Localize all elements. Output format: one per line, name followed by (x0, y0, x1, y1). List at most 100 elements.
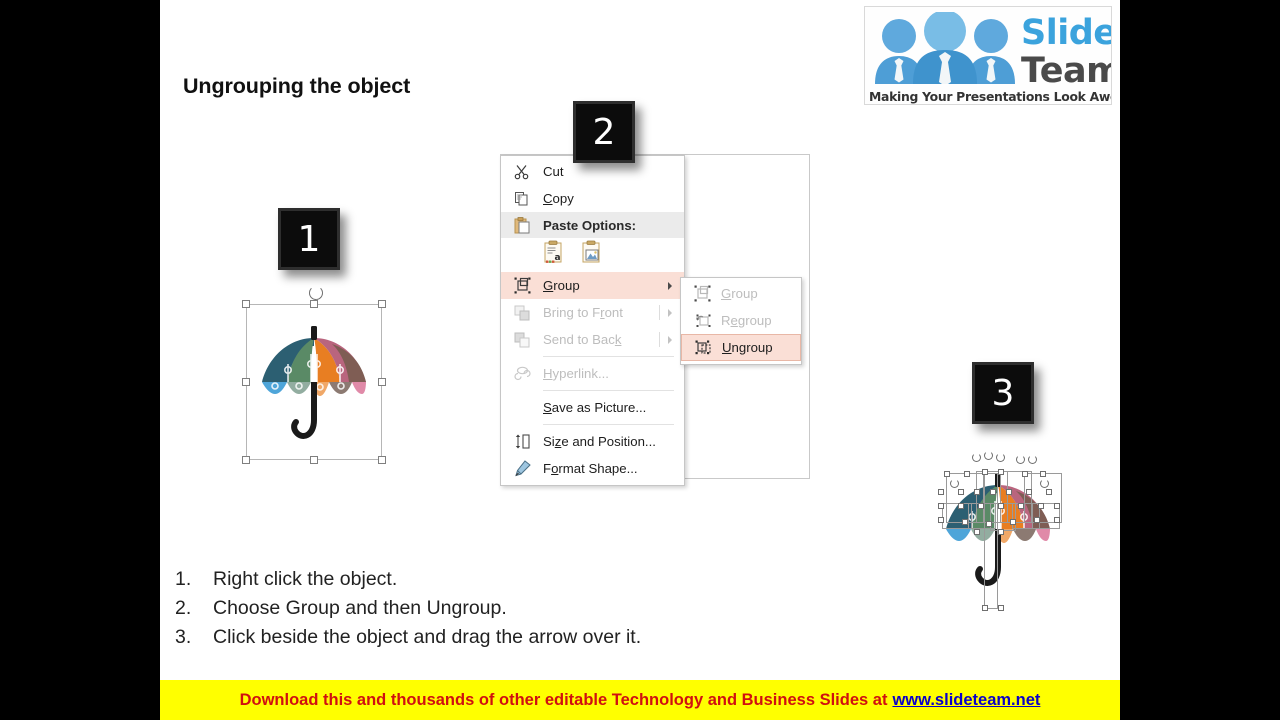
menu-item-send-to-back[interactable]: Send to Back (501, 326, 684, 353)
menu-item-label: Cut (543, 164, 564, 179)
menu-separator (543, 424, 674, 425)
selection-handle-br[interactable] (378, 456, 386, 464)
submenu-item-ungroup[interactable]: Ungroup (681, 334, 801, 361)
piece-handle[interactable] (1040, 471, 1046, 477)
menu-item-copy[interactable]: Copy (501, 185, 684, 212)
menu-item-label: Save as Picture... (543, 400, 647, 415)
menu-divider (659, 305, 660, 320)
promo-text: Download this and thousands of other edi… (239, 690, 888, 709)
selection-handle-ml[interactable] (242, 378, 250, 386)
group-submenu[interactable]: Group Regroup Ungroup (680, 277, 802, 365)
piece-handle[interactable] (998, 469, 1004, 475)
list-number: 3. (175, 626, 192, 648)
piece-handle[interactable] (964, 471, 970, 477)
menu-item-size-and-position[interactable]: Size and Position... (501, 428, 684, 455)
piece-handle[interactable] (1054, 503, 1060, 509)
piece-handle[interactable] (1026, 489, 1032, 495)
paste-picture-icon[interactable] (581, 240, 603, 269)
chevron-right-icon (668, 335, 672, 344)
piece-rotate-handle-icon[interactable] (972, 453, 981, 462)
piece-handle[interactable] (938, 503, 944, 509)
paste-options-row[interactable]: a (501, 238, 684, 272)
paste-keep-text-icon[interactable]: a (543, 240, 565, 269)
menu-item-label: Size and Position... (543, 434, 656, 449)
none-icon (511, 398, 533, 418)
piece-handle[interactable] (1010, 519, 1016, 525)
submenu-item-label: Ungroup (722, 340, 773, 355)
piece-handle[interactable] (962, 519, 968, 525)
menu-separator (543, 390, 674, 391)
piece-rotate-handle-icon[interactable] (1016, 455, 1025, 464)
selection-handle-tc[interactable] (310, 300, 318, 308)
submenu-item-regroup[interactable]: Regroup (681, 307, 801, 334)
instruction-list: 1. Right click the object. 2. Choose Gro… (175, 565, 641, 652)
piece-handle[interactable] (1006, 489, 1012, 495)
selection-handle-mr[interactable] (378, 378, 386, 386)
piece-rotate-handle-icon[interactable] (996, 453, 1005, 462)
piece-handle[interactable] (986, 521, 992, 527)
piece-handle[interactable] (990, 489, 996, 495)
selection-handle-bl[interactable] (242, 456, 250, 464)
piece-handle[interactable] (974, 529, 980, 535)
piece-handle[interactable] (982, 469, 988, 475)
scissors-icon (511, 162, 533, 182)
menu-header-paste-options: Paste Options: (501, 212, 684, 238)
letterbox-right (1120, 0, 1280, 720)
format-shape-icon (511, 459, 533, 479)
rotate-handle-icon[interactable] (309, 286, 323, 300)
menu-item-format-shape[interactable]: Format Shape... (501, 455, 684, 482)
piece-handle[interactable] (938, 517, 944, 523)
piece-handle[interactable] (1018, 503, 1024, 509)
menu-divider (659, 332, 660, 347)
menu-item-group[interactable]: Group (501, 272, 684, 299)
piece-rotate-handle-icon[interactable] (1040, 479, 1049, 488)
piece-handle[interactable] (974, 489, 980, 495)
hyperlink-icon (511, 364, 533, 384)
list-number: 1. (175, 568, 192, 590)
piece-handle[interactable] (998, 529, 1004, 535)
piece-rotate-handle-icon[interactable] (1028, 455, 1037, 464)
letterbox-left (0, 0, 160, 720)
selection-handle-tl[interactable] (242, 300, 250, 308)
piece-handle[interactable] (938, 489, 944, 495)
piece-handle[interactable] (1022, 471, 1028, 477)
piece-handle[interactable] (1054, 517, 1060, 523)
menu-item-label: Copy (543, 191, 574, 206)
menu-item-hyperlink[interactable]: Hyperlink... (501, 360, 684, 387)
group-icon (691, 284, 713, 304)
piece-handle[interactable] (982, 605, 988, 611)
piece-handle[interactable] (998, 605, 1004, 611)
piece-handle[interactable] (944, 471, 950, 477)
promo-banner: Download this and thousands of other edi… (160, 680, 1120, 720)
size-position-icon (511, 432, 533, 452)
piece-handle[interactable] (958, 489, 964, 495)
umbrella-object-ungrouped[interactable] (928, 445, 1078, 620)
umbrella-object-selected[interactable] (238, 286, 390, 472)
piece-handle[interactable] (978, 503, 984, 509)
submenu-item-group[interactable]: Group (681, 280, 801, 307)
piece-handle[interactable] (1046, 489, 1052, 495)
group-icon (511, 276, 533, 296)
list-item: 2. Choose Group and then Ungroup. (175, 594, 641, 623)
piece-handle[interactable] (1038, 503, 1044, 509)
send-to-back-icon (511, 330, 533, 350)
piece-handle[interactable] (1034, 517, 1040, 523)
slideteam-link[interactable]: www.slideteam.net (892, 691, 1040, 710)
selection-handle-bc[interactable] (310, 456, 318, 464)
selection-handle-tr[interactable] (378, 300, 386, 308)
logo-tagline: Making Your Presentations Look Awesome (869, 89, 1111, 104)
step-badge-1: 1 (278, 208, 340, 270)
step-badge-3: 3 (972, 362, 1034, 424)
piece-handle[interactable] (998, 503, 1004, 509)
piece-rotate-handle-icon[interactable] (984, 451, 993, 460)
context-menu[interactable]: Cut Copy Paste Options: a Group Bring to… (500, 155, 685, 486)
menu-item-bring-to-front[interactable]: Bring to Front (501, 299, 684, 326)
list-text: Click beside the object and drag the arr… (213, 626, 642, 648)
menu-item-label: Format Shape... (543, 461, 638, 476)
menu-item-label: Hyperlink... (543, 366, 609, 381)
piece-rotate-handle-icon[interactable] (950, 479, 959, 488)
piece-handle[interactable] (958, 503, 964, 509)
menu-item-save-as-picture[interactable]: Save as Picture... (501, 394, 684, 421)
list-number: 2. (175, 597, 192, 619)
ungroup-icon (692, 338, 714, 358)
